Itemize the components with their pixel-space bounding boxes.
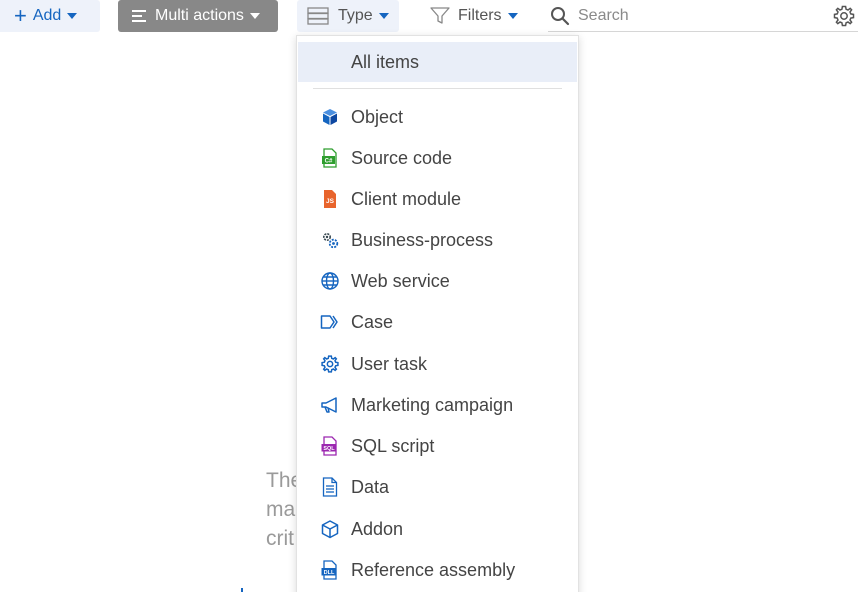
dll-file-icon: DLL — [321, 560, 337, 580]
menu-item-label: All items — [351, 51, 420, 72]
menu-item-business-process[interactable]: Business-process — [298, 221, 577, 259]
menu-item-label: Marketing campaign — [351, 394, 514, 415]
type-dropdown-menu: All items Object C# Source code JS Clien… — [296, 35, 579, 592]
menu-item-client-module[interactable]: JS Client module — [298, 180, 577, 218]
multi-actions-label: Multi actions — [155, 7, 244, 24]
plus-icon: + — [14, 3, 27, 28]
add-button-label: Add — [32, 7, 62, 24]
gear-icon — [321, 355, 339, 373]
svg-text:DLL: DLL — [324, 570, 335, 576]
menu-item-data[interactable]: Data — [298, 468, 577, 506]
menu-item-label: Business-process — [351, 229, 494, 250]
document-icon — [322, 477, 338, 497]
filters-button[interactable]: Filters — [430, 0, 518, 32]
list-type-icon — [307, 7, 329, 25]
multi-actions-button[interactable]: Multi actions — [118, 0, 278, 32]
js-file-icon: JS — [324, 190, 336, 208]
chevron-down-icon — [378, 13, 389, 19]
menu-item-source-code[interactable]: C# Source code — [298, 139, 577, 177]
sql-file-icon: SQL — [321, 436, 337, 456]
svg-text:SQL: SQL — [323, 446, 335, 452]
menu-item-sql-script[interactable]: SQL SQL script — [298, 427, 577, 465]
chevron-down-icon — [67, 13, 78, 19]
add-button[interactable]: + Add — [0, 0, 100, 32]
menu-item-label: User task — [351, 353, 428, 374]
menu-item-object[interactable]: Object — [298, 98, 577, 136]
type-filter-button[interactable]: Type — [297, 0, 399, 32]
menu-item-label: Source code — [351, 147, 453, 168]
menu-item-label: Reference assembly — [351, 559, 516, 580]
filters-label: Filters — [458, 7, 502, 24]
settings-gear-icon[interactable] — [832, 4, 856, 28]
search-bar — [548, 0, 858, 32]
toolbar: + Add Multi actions Type Filters — [0, 0, 866, 33]
csharp-file-icon: C# — [322, 148, 337, 168]
type-filter-label: Type — [338, 7, 373, 24]
gears-icon — [322, 232, 339, 249]
link-stub — [241, 588, 243, 592]
menu-item-web-service[interactable]: Web service — [298, 262, 577, 300]
globe-icon — [321, 272, 339, 290]
menu-divider — [313, 88, 562, 89]
funnel-icon — [430, 7, 450, 24]
menu-lines-icon — [132, 10, 146, 22]
menu-item-label: SQL script — [351, 435, 435, 456]
svg-text:C#: C# — [325, 159, 333, 165]
menu-item-label: Object — [351, 106, 404, 127]
svg-text:JS: JS — [326, 198, 335, 205]
menu-item-addon[interactable]: Addon — [298, 510, 577, 548]
menu-item-marketing-campaign[interactable]: Marketing campaign — [298, 386, 577, 424]
menu-item-label: Data — [351, 476, 390, 497]
search-icon[interactable] — [550, 6, 570, 26]
menu-item-label: Client module — [351, 188, 462, 209]
menu-item-label: Case — [351, 311, 394, 332]
chevron-down-icon — [249, 13, 260, 19]
cube-icon — [323, 109, 337, 125]
search-input[interactable] — [578, 6, 818, 25]
menu-item-case[interactable]: Case — [298, 303, 577, 341]
megaphone-icon — [321, 397, 337, 413]
menu-item-reference-assembly[interactable]: DLL Reference assembly — [298, 551, 577, 589]
menu-item-label: Web service — [351, 270, 450, 291]
case-arrow-icon — [320, 315, 338, 329]
chevron-down-icon — [507, 13, 518, 19]
menu-item-label: Addon — [351, 518, 404, 539]
menu-item-all-items[interactable]: All items — [298, 42, 577, 82]
cube-outline-icon — [321, 520, 339, 539]
menu-item-user-task[interactable]: User task — [298, 345, 577, 383]
